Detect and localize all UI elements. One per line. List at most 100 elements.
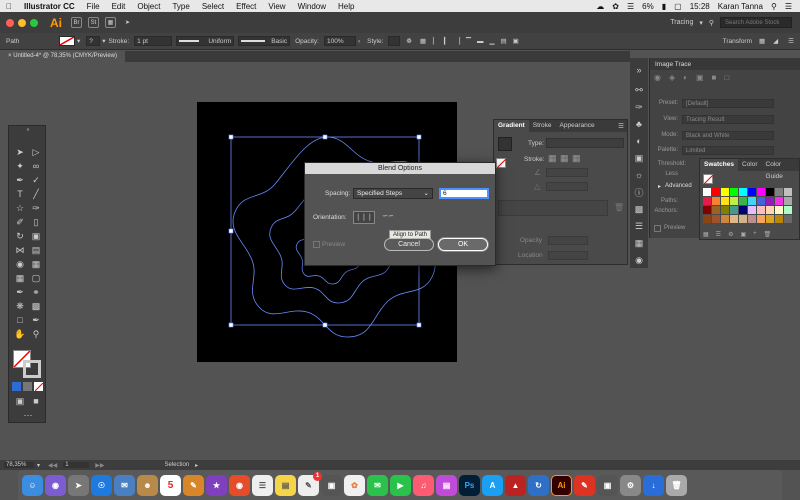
delete-swatch-icon[interactable]: 🗑: [764, 231, 772, 239]
edit-toolbar-icon[interactable]: ⋯: [22, 409, 34, 421]
system-preferences-icon[interactable]: ⚙: [620, 474, 641, 496]
navigator-icon[interactable]: ◉: [633, 254, 645, 266]
swatch-31[interactable]: [712, 215, 720, 223]
battery-icon[interactable]: ▮: [662, 2, 666, 11]
swatch-4[interactable]: [739, 188, 747, 196]
swatch-25[interactable]: [748, 206, 756, 214]
appearance-icon[interactable]: ☼: [633, 169, 645, 181]
width-tool-icon[interactable]: ⋈: [14, 244, 26, 256]
swatch-15[interactable]: [748, 197, 756, 205]
document-tab[interactable]: × Untitled-4* @ 78,35% (CMYK/Preview): [0, 51, 125, 62]
swatch-libraries-icon[interactable]: ▦: [703, 231, 709, 239]
curvature-tool-icon[interactable]: ✓: [30, 174, 42, 186]
notification-icon[interactable]: ☰: [785, 2, 792, 11]
siri-icon[interactable]: ◉: [45, 474, 66, 496]
swatch-1[interactable]: [712, 188, 720, 196]
app-store-icon[interactable]: A: [482, 474, 503, 496]
sync-app-icon[interactable]: ↻: [528, 474, 549, 496]
steps-input[interactable]: 6: [439, 188, 489, 199]
swatch-3[interactable]: [730, 188, 738, 196]
show-kinds-icon[interactable]: ☰: [716, 231, 721, 239]
apple-icon[interactable]: : [0, 2, 18, 11]
none-mode-icon[interactable]: [34, 382, 43, 391]
hand-tool-icon[interactable]: ✋: [14, 328, 26, 340]
downloads-folder-icon[interactable]: ↓: [643, 474, 664, 496]
preview-checkbox[interactable]: [313, 241, 320, 248]
color-mode-icon[interactable]: [12, 382, 21, 391]
preview-app-icon[interactable]: ▣: [597, 474, 618, 496]
ok-button[interactable]: OK: [438, 238, 488, 251]
stickies-icon[interactable]: ▤: [275, 474, 296, 496]
tab-stroke[interactable]: Stroke: [529, 120, 556, 132]
swatch-27[interactable]: [766, 206, 774, 214]
menu-app-name[interactable]: Illustrator CC: [18, 2, 81, 11]
artboard-tool-icon[interactable]: □: [14, 314, 26, 326]
perspective-grid-tool-icon[interactable]: ▦: [30, 258, 42, 270]
close-window-button[interactable]: [6, 18, 14, 27]
slice-tool-icon[interactable]: ✒: [30, 314, 42, 326]
workspace-switcher[interactable]: Tracing: [670, 19, 693, 26]
layers-icon[interactable]: ☰: [633, 220, 645, 232]
music-icon[interactable]: ♫: [413, 474, 434, 496]
variable-width-profile[interactable]: Uniform: [176, 36, 235, 46]
zoom-tool-icon[interactable]: ⚲: [30, 328, 42, 340]
chevron-down-icon[interactable]: ▾: [77, 37, 80, 45]
chevron-down-icon[interactable]: ▾: [37, 462, 40, 469]
align-to-page-button[interactable]: ❘❘❘: [353, 211, 375, 224]
gradient-mode-icon[interactable]: [23, 382, 32, 391]
stock-icon[interactable]: St: [88, 17, 99, 28]
swatch-7[interactable]: [766, 188, 774, 196]
new-swatch-icon[interactable]: +: [753, 231, 757, 239]
swatch-13[interactable]: [730, 197, 738, 205]
pen-tool-icon[interactable]: ✒: [14, 174, 26, 186]
align-bottom-icon[interactable]: ▁: [490, 37, 495, 45]
notes-icon[interactable]: ✎: [183, 474, 204, 496]
chrome-icon[interactable]: ◉: [229, 474, 250, 496]
swatch-34[interactable]: [739, 215, 747, 223]
tools-collapse-icon[interactable]: »: [11, 127, 45, 133]
swatch-33[interactable]: [730, 215, 738, 223]
swatch-14[interactable]: [739, 197, 747, 205]
isolate-icon[interactable]: ▣: [513, 37, 519, 45]
draw-mode-icon[interactable]: ▣: [14, 395, 26, 407]
lasso-tool-icon[interactable]: ∞: [30, 160, 42, 172]
align-to-path-button[interactable]: ∽∽: [377, 211, 399, 224]
free-transform-tool-icon[interactable]: ▤: [30, 244, 42, 256]
fill-swatch[interactable]: [59, 36, 75, 46]
creative-cloud-icon[interactable]: ☁: [596, 2, 604, 11]
cancel-button[interactable]: Cancel: [384, 238, 434, 251]
zoom-level-field[interactable]: 78,35%: [4, 462, 34, 468]
textedit-icon[interactable]: ✎ 1: [298, 471, 322, 496]
swatch-22[interactable]: [721, 206, 729, 214]
gradient-aspect-field[interactable]: [546, 182, 588, 191]
delete-stop-icon[interactable]: 🗑: [614, 203, 624, 212]
menu-type[interactable]: Type: [166, 2, 195, 11]
tab-gradient[interactable]: Gradient: [494, 120, 529, 132]
mode-select[interactable]: Black and White: [682, 130, 774, 140]
menu-select[interactable]: Select: [196, 2, 230, 11]
stroke-swatch[interactable]: ?: [86, 36, 101, 46]
menu-help[interactable]: Help: [332, 2, 360, 11]
gradient-location-field[interactable]: [548, 251, 588, 260]
acrobat-icon[interactable]: ▲: [505, 474, 526, 496]
swatch-21[interactable]: [712, 206, 720, 214]
line-tool-icon[interactable]: ╱: [30, 188, 42, 200]
facetime-icon[interactable]: ▶: [390, 474, 411, 496]
swatch-2[interactable]: [721, 188, 729, 196]
align-icon[interactable]: ▦: [420, 37, 426, 45]
photos-icon[interactable]: ✿: [344, 474, 365, 496]
stock-search-input[interactable]: Search Adobe Stock: [720, 17, 792, 28]
recolor-icon[interactable]: ❁: [406, 37, 411, 45]
swatch-17[interactable]: [766, 197, 774, 205]
contacts-icon[interactable]: ☻: [137, 474, 158, 496]
calendar-icon[interactable]: 5: [160, 474, 181, 496]
gradient-tool-icon[interactable]: ▢: [30, 272, 42, 284]
swatch-26[interactable]: [757, 206, 765, 214]
gradient-fill-icon[interactable]: [496, 158, 507, 169]
symbol-sprayer-tool-icon[interactable]: ❋: [14, 300, 26, 312]
swatch-18[interactable]: [775, 197, 783, 205]
launchpad-icon[interactable]: ➤: [68, 474, 89, 496]
gradient-type-select[interactable]: [546, 138, 624, 148]
menubar-user[interactable]: Karan Tanna: [718, 2, 763, 11]
advanced-expand-icon[interactable]: ▸: [658, 183, 661, 190]
